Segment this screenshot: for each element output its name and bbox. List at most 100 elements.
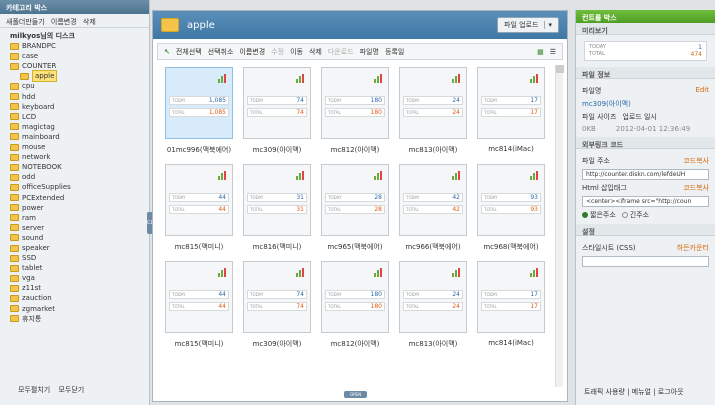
copy-html-button[interactable]: 코드복사: [683, 183, 709, 193]
select-all-button[interactable]: 전체선택: [176, 47, 202, 57]
file-caption[interactable]: mc814(iMac): [471, 339, 551, 347]
chevron-down-icon[interactable]: ▾: [544, 21, 552, 29]
download-button[interactable]: 다운로드: [328, 47, 354, 57]
grid-view-icon[interactable]: ▦: [537, 48, 544, 56]
file-caption[interactable]: 01mc996(맥북에어): [159, 145, 239, 155]
folder-icon: [10, 62, 19, 70]
file-caption[interactable]: mc812(아이맥): [315, 145, 395, 155]
today-counter: TODAY 180: [325, 290, 385, 299]
folder-item[interactable]: sound: [10, 233, 149, 243]
folder-item[interactable]: zauction: [10, 293, 149, 303]
scrollbar[interactable]: [555, 65, 564, 387]
disk-root[interactable]: milkyos님의 디스크: [10, 31, 149, 41]
file-card[interactable]: TODAY 28 TOTAL 28: [321, 164, 389, 236]
back-arrow-icon[interactable]: ↖: [164, 48, 170, 56]
file-card[interactable]: TODAY 42 TOTAL 42: [399, 164, 467, 236]
sort-name-button[interactable]: 파일명: [360, 47, 379, 57]
folder-item[interactable]: BRANDPC: [10, 41, 149, 51]
deselect-button[interactable]: 선택취소: [208, 47, 234, 57]
delete-folder-button[interactable]: 삭제: [83, 18, 96, 26]
file-card[interactable]: TODAY 24 TOTAL 24: [399, 261, 467, 333]
new-folder-button[interactable]: 새폴더만들기: [6, 18, 45, 26]
folder-item[interactable]: officeSupplies: [10, 182, 149, 192]
css-input[interactable]: [582, 256, 709, 267]
file-caption[interactable]: mc309(아이맥): [237, 145, 317, 155]
chart-icon: [218, 171, 227, 180]
file-card[interactable]: TODAY 74 TOTAL 74: [243, 67, 311, 139]
control-panel: 컨트롤 박스 미리보기 TODAY 1 TOTAL 474 파일 정보 파일명 Edi…: [575, 10, 715, 405]
edit-button[interactable]: 수정: [271, 47, 284, 57]
folder-item[interactable]: zgmarket: [10, 304, 149, 314]
folder-item[interactable]: SSD: [10, 253, 149, 263]
move-button[interactable]: 이동: [290, 47, 303, 57]
folder-item[interactable]: NOTEBOOK: [10, 162, 149, 172]
rename-button[interactable]: 이름변경: [239, 47, 265, 57]
folder-item[interactable]: hdd: [10, 92, 149, 102]
total-counter: TOTAL 74: [247, 302, 307, 311]
file-card[interactable]: TODAY 93 TOTAL 93: [477, 164, 545, 236]
file-caption[interactable]: mc968(맥북에어): [471, 242, 551, 252]
long-url-radio[interactable]: 긴주소: [621, 210, 649, 220]
total-counter: TOTAL 17: [481, 302, 541, 311]
folder-item[interactable]: network: [10, 152, 149, 162]
file-caption[interactable]: mc815(맥미니): [159, 242, 239, 252]
file-card[interactable]: TODAY 17 TOTAL 17: [477, 261, 545, 333]
file-card[interactable]: TODAY 44 TOTAL 44: [165, 164, 233, 236]
folder-item[interactable]: tablet: [10, 263, 149, 273]
file-card[interactable]: TODAY 1,085 TOTAL 1,085: [165, 67, 233, 139]
delete-button[interactable]: 삭제: [309, 47, 322, 57]
rename-folder-button[interactable]: 이름변경: [51, 18, 77, 26]
file-caption[interactable]: mc309(아이맥): [237, 339, 317, 349]
folder-item[interactable]: LCD: [10, 112, 149, 122]
folder-item[interactable]: COUNTER: [10, 61, 149, 71]
folder-icon: [10, 254, 19, 262]
folder-item[interactable]: server: [10, 223, 149, 233]
sort-date-button[interactable]: 등록일: [385, 47, 404, 57]
folder-item[interactable]: odd: [10, 172, 149, 182]
open-button[interactable]: OPEN: [344, 391, 368, 398]
file-caption[interactable]: mc816(맥미니): [237, 242, 317, 252]
list-view-icon[interactable]: ☰: [550, 48, 556, 56]
category-panel-title: 카테고리 박스: [0, 0, 149, 14]
html-field[interactable]: <center><iframe src="http://coun: [582, 196, 709, 207]
folder-item[interactable]: magictag: [10, 122, 149, 132]
folder-item[interactable]: power: [10, 203, 149, 213]
folder-item[interactable]: mainboard: [10, 132, 149, 142]
file-card[interactable]: TODAY 74 TOTAL 74: [243, 261, 311, 333]
file-card[interactable]: TODAY 44 TOTAL 44: [165, 261, 233, 333]
file-caption[interactable]: mc966(맥북에어): [393, 242, 473, 252]
total-counter: TOTAL 17: [481, 108, 541, 117]
folder-item[interactable]: vga: [10, 273, 149, 283]
collapse-all-button[interactable]: 모두닫기: [58, 386, 84, 394]
addr-field[interactable]: http://counter.diskn.com/lefdeUH: [582, 169, 709, 180]
copy-addr-button[interactable]: 코드복사: [683, 156, 709, 166]
file-caption[interactable]: mc814(iMac): [471, 145, 551, 153]
folder-item[interactable]: keyboard: [10, 102, 149, 112]
file-card[interactable]: TODAY 180 TOTAL 180: [321, 67, 389, 139]
file-caption[interactable]: mc815(맥미니): [159, 339, 239, 349]
hide-counter-checkbox[interactable]: 하든카운터: [677, 243, 709, 253]
folder-item[interactable]: apple: [10, 70, 149, 83]
folder-item[interactable]: z11st: [10, 283, 149, 293]
today-counter: TODAY 44: [169, 290, 229, 299]
file-caption[interactable]: mc965(맥북에어): [315, 242, 395, 252]
short-url-radio[interactable]: 짧은주소: [582, 210, 616, 220]
folder-item[interactable]: 휴지통: [10, 314, 149, 324]
expand-all-button[interactable]: 모두펼치기: [18, 386, 50, 394]
file-card[interactable]: TODAY 17 TOTAL 17: [477, 67, 545, 139]
folder-item[interactable]: PCExtended: [10, 193, 149, 203]
file-card[interactable]: TODAY 180 TOTAL 180: [321, 261, 389, 333]
folder-item[interactable]: cpu: [10, 81, 149, 91]
folder-item[interactable]: case: [10, 51, 149, 61]
file-caption[interactable]: mc812(아이맥): [315, 339, 395, 349]
upload-button[interactable]: 파일 업로드 ▾: [497, 17, 559, 33]
file-card[interactable]: TODAY 24 TOTAL 24: [399, 67, 467, 139]
folder-item[interactable]: ram: [10, 213, 149, 223]
edit-link[interactable]: Edit: [695, 86, 709, 96]
folder-item[interactable]: speaker: [10, 243, 149, 253]
file-caption[interactable]: mc813(아이맥): [393, 339, 473, 349]
file-card[interactable]: TODAY 31 TOTAL 31: [243, 164, 311, 236]
folder-item[interactable]: mouse: [10, 142, 149, 152]
folder-icon: [10, 163, 19, 171]
file-caption[interactable]: mc813(아이맥): [393, 145, 473, 155]
